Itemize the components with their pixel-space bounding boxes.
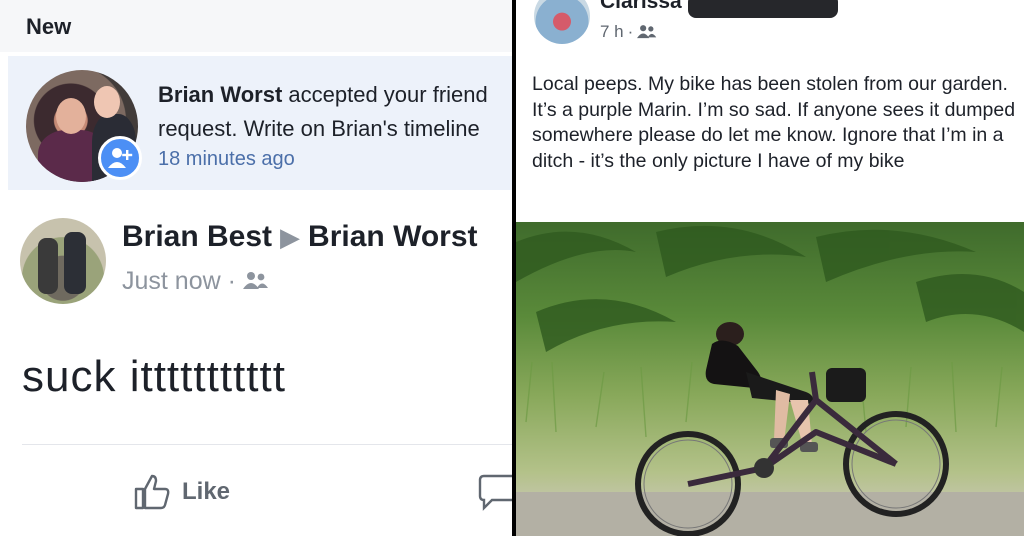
right-screenshot-panel: Clarissa 7 h · Local peeps. My bike has … [516,0,1024,536]
friends-audience-icon [242,272,268,289]
arrow-right-icon: ▶ [280,222,301,252]
post-divider [22,444,512,445]
post-photo-woman-in-ditch-with-bike[interactable] [516,222,1024,536]
add-friend-icon [98,136,142,180]
comment-icon[interactable] [478,472,512,514]
post-body-text: suck ittttttttttt [22,352,286,401]
notification-message: Brian Worst accepted your friend request… [158,78,512,146]
brian-best-avatar[interactable] [20,218,106,304]
post-target[interactable]: Brian Worst [308,220,477,253]
clarissa-avatar[interactable] [534,0,590,44]
photo-illustration [516,225,1024,536]
friend-accepted-notification[interactable]: Brian Worst accepted your friend request… [8,56,512,190]
post-body-text: Local peeps. My bike has been stolen fro… [532,73,1016,172]
left-screenshot-panel: New Brian Worst accepted your friend req… [0,0,512,536]
post-meta: Just now · [122,267,269,296]
redacted-surname-bar [688,0,838,18]
like-button[interactable]: Like [132,472,230,512]
notification-text-line2: request. Write on Brian's timeline [158,116,480,141]
post-time[interactable]: 7 h [600,22,624,42]
notification-text-rest: accepted your friend [282,82,488,107]
post-author-name[interactable]: Clarissa [600,0,682,14]
new-section-title: New [26,14,72,39]
notification-actor: Brian Worst [158,82,283,107]
post-header: Brian Best ▶ Brian Worst [122,220,478,254]
friends-audience-icon [637,25,657,39]
new-section-header: New [0,0,512,52]
post-author[interactable]: Brian Best [122,220,272,253]
notification-time: 18 minutes ago [158,148,295,170]
post-time[interactable]: Just now [122,267,221,295]
post-meta: 7 h · [600,22,657,42]
like-label: Like [182,478,231,505]
thumbs-up-icon [134,474,170,510]
